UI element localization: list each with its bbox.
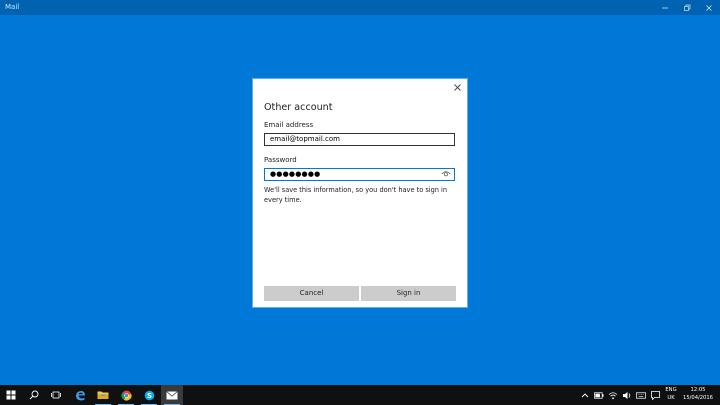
minimize-button[interactable]	[654, 0, 676, 15]
email-field[interactable]: email@topmail.com	[264, 133, 455, 146]
notification-icon	[650, 390, 660, 400]
task-view-button[interactable]	[45, 385, 67, 405]
skype-icon: S	[144, 390, 154, 400]
restore-button[interactable]	[676, 0, 698, 15]
email-value: email@topmail.com	[270, 135, 340, 143]
start-icon	[6, 390, 16, 400]
email-label: Email address	[264, 121, 314, 129]
search-icon	[29, 390, 39, 400]
dialog-close-button[interactable]	[451, 81, 463, 93]
chevron-up-icon	[581, 393, 589, 398]
taskbar-skype[interactable]: S	[138, 385, 160, 405]
password-label: Password	[264, 156, 297, 164]
taskbar-file-explorer[interactable]	[92, 385, 114, 405]
action-center-button[interactable]	[650, 390, 660, 400]
taskbar-edge[interactable]	[69, 385, 91, 405]
other-account-dialog: Other account Email address email@topmai…	[253, 79, 467, 307]
clock-time: 12:05	[690, 387, 706, 393]
sign-in-button[interactable]: Sign in	[361, 286, 456, 301]
network-button[interactable]	[608, 390, 618, 400]
cancel-button[interactable]: Cancel	[264, 286, 359, 301]
keyboard-button[interactable]	[636, 390, 646, 400]
mail-icon	[166, 390, 178, 399]
edge-icon	[75, 390, 85, 400]
search-button[interactable]	[23, 385, 45, 405]
keyboard-icon	[636, 391, 646, 399]
taskbar-mail[interactable]	[161, 385, 183, 405]
taskbar: S ENG UK 12:05 15/04/2016	[0, 385, 720, 405]
dialog-title: Other account	[264, 102, 333, 113]
show-hidden-icons-button[interactable]	[580, 390, 590, 400]
restore-icon	[684, 4, 691, 11]
close-icon	[706, 4, 712, 11]
file-explorer-icon	[97, 391, 109, 399]
start-button[interactable]	[0, 385, 22, 405]
minimize-icon	[662, 7, 668, 8]
battery-icon	[594, 391, 604, 399]
reveal-password-icon[interactable]	[441, 170, 451, 178]
language-code: ENG	[665, 387, 677, 393]
battery-button[interactable]	[594, 390, 604, 400]
window-title: Mail	[5, 3, 20, 11]
volume-button[interactable]	[622, 390, 632, 400]
input-language[interactable]: ENG UK	[663, 387, 679, 402]
clock-date: 15/04/2016	[683, 394, 713, 401]
task-view-icon	[51, 391, 61, 399]
close-window-button[interactable]	[698, 0, 720, 15]
chrome-icon	[120, 390, 132, 400]
wifi-icon	[608, 391, 618, 399]
svg-text:S: S	[146, 392, 151, 400]
window-title-bar: Mail	[0, 0, 720, 15]
taskbar-chrome[interactable]	[115, 385, 137, 405]
save-info-notice: We'll save this information, so you don'…	[264, 186, 448, 204]
password-value: ●●●●●●●●	[270, 170, 321, 178]
close-icon	[453, 83, 461, 91]
clock[interactable]: 12:05 15/04/2016	[680, 387, 716, 402]
language-region: UK	[667, 394, 675, 401]
speaker-icon	[623, 391, 631, 399]
password-field[interactable]: ●●●●●●●●	[264, 168, 455, 181]
